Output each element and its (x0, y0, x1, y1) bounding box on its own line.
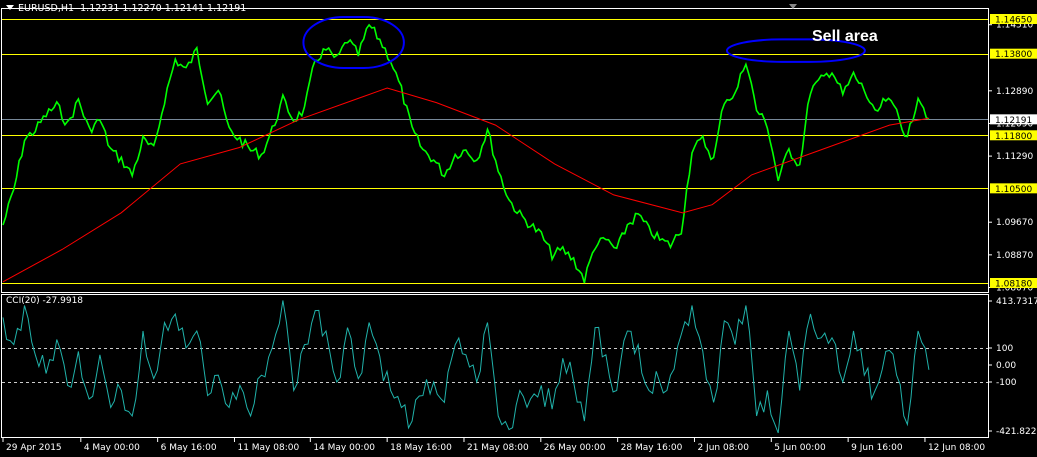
x-tick-label: 5 Jun 00:00 (774, 443, 826, 453)
chart-canvas: 1.145101.128901.120901.112901.096701.088… (1, 4, 1037, 453)
x-tick-label: 2 Jun 08:00 (697, 443, 749, 453)
x-tick-label: 9 Jun 16:00 (851, 443, 903, 453)
cci-y-tick-label: 413.7317 (996, 297, 1037, 307)
cci-y-tick-label: 100 (996, 344, 1013, 354)
current-price-label: 1.12191 (995, 116, 1032, 126)
cci-indicator-label: CCI(20) -27.9918 (6, 296, 84, 306)
x-tick-label: 11 May 08:00 (237, 443, 299, 453)
y-tick-label: 1.08870 (996, 251, 1033, 261)
level-price-label: 1.11800 (995, 132, 1032, 142)
level-price-label: 1.14650 (995, 16, 1032, 26)
y-tick-label: 1.11290 (996, 152, 1033, 162)
cci-y-tick-label: -100 (996, 378, 1017, 388)
level-price-label: 1.08180 (995, 280, 1032, 290)
x-tick-label: 4 May 00:00 (84, 443, 140, 453)
cci-line (2, 300, 930, 434)
cci-y-tick-label: -421.8225 (996, 427, 1037, 437)
cci-y-tick-label: 0.00 (996, 361, 1016, 371)
price-line (2, 23, 930, 284)
moving-average-line (2, 87, 929, 283)
price-panel-frame (1, 8, 989, 293)
x-tick-label: 21 May 08:00 (467, 443, 529, 453)
x-tick-label: 28 May 16:00 (621, 443, 683, 453)
y-tick-label: 1.12890 (996, 87, 1033, 97)
symbol-label: EURUSD,H1 (18, 3, 75, 14)
y-tick-label: 1.09670 (996, 218, 1033, 228)
ohlc-values: 1.12231 1.12270 1.12141 1.12191 (80, 3, 247, 14)
dropdown-triangle-icon[interactable] (6, 5, 14, 10)
sell-area-label: Sell area (812, 28, 878, 45)
x-tick-label: 6 May 16:00 (161, 443, 217, 453)
x-tick-label: 29 Apr 2015 (6, 443, 62, 453)
x-tick-label: 12 Jun 08:00 (928, 443, 985, 453)
chart-title[interactable]: EURUSD,H1 1.12231 1.12270 1.12141 1.1219… (6, 3, 246, 14)
level-price-label: 1.13800 (995, 50, 1032, 60)
x-tick-label: 18 May 16:00 (390, 443, 452, 453)
x-tick-label: 14 May 00:00 (313, 443, 375, 453)
x-tick-label: 26 May 00:00 (544, 443, 606, 453)
level-price-label: 1.10500 (995, 185, 1032, 195)
